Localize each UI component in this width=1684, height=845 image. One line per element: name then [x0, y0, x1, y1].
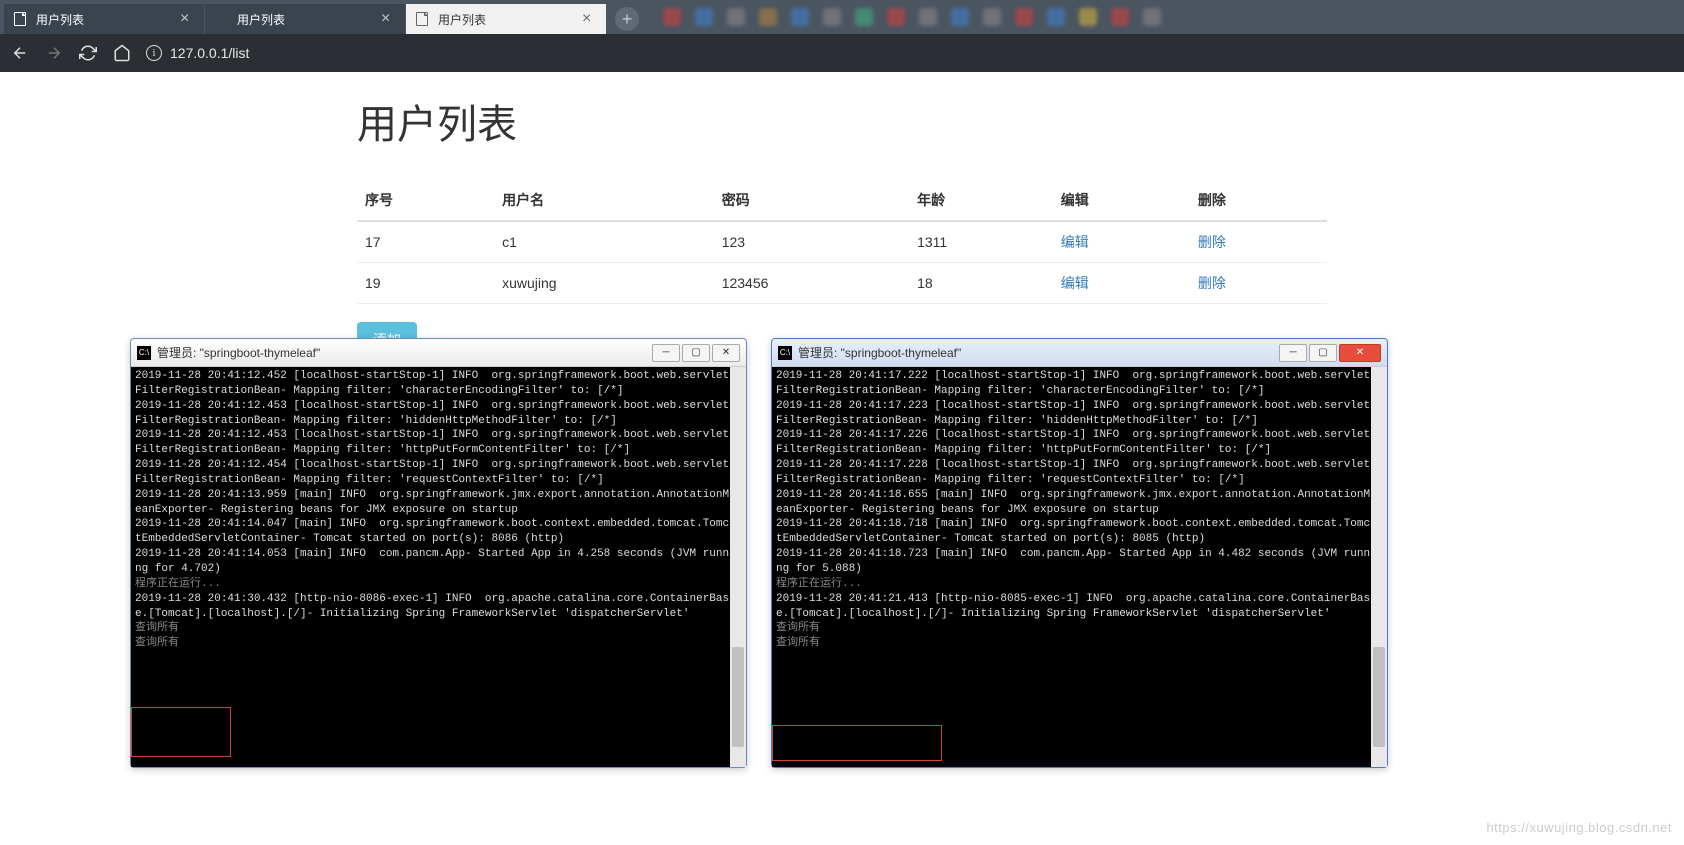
home-button[interactable] — [112, 43, 132, 63]
browser-tab-active[interactable]: 用户列表 — [406, 4, 606, 34]
console-window[interactable]: C:\ 管理员: "springboot-thymeleaf" ─ ▢ ✕ 20… — [130, 338, 747, 768]
user-table: 序号 用户名 密码 年龄 编辑 删除 17 c1 123 1311 编辑 删除 … — [357, 180, 1327, 304]
file-icon — [14, 12, 28, 26]
address-bar: i 127.0.0.1/list — [0, 34, 1684, 72]
col-header-age: 年龄 — [909, 180, 1053, 221]
extension-icons-blurred — [639, 0, 1684, 34]
cell-id: 19 — [357, 263, 494, 304]
back-button[interactable] — [10, 43, 30, 63]
console-output[interactable]: 2019-11-28 20:41:12.452 [localhost-start… — [131, 367, 746, 767]
close-icon[interactable] — [582, 12, 596, 26]
forward-button[interactable] — [44, 43, 64, 63]
minimize-button[interactable]: ─ — [1279, 344, 1307, 362]
delete-link[interactable]: 删除 — [1198, 234, 1226, 250]
col-header-name: 用户名 — [494, 180, 714, 221]
cell-age: 18 — [909, 263, 1053, 304]
scrollbar[interactable] — [1371, 367, 1387, 767]
table-row: 17 c1 123 1311 编辑 删除 — [357, 221, 1327, 263]
tab-title: 用户列表 — [36, 11, 174, 28]
console-title: 管理员: "springboot-thymeleaf" — [798, 344, 1279, 361]
console-output[interactable]: 2019-11-28 20:41:17.222 [localhost-start… — [772, 367, 1387, 767]
cell-pwd: 123456 — [714, 263, 909, 304]
browser-tab[interactable]: 用户列表 — [4, 4, 204, 34]
close-button[interactable]: ✕ — [1339, 344, 1381, 362]
url-text: 127.0.0.1/list — [170, 45, 249, 61]
close-icon[interactable] — [180, 12, 194, 26]
console-titlebar[interactable]: C:\ 管理员: "springboot-thymeleaf" ─ ▢ ✕ — [131, 339, 746, 367]
cell-age: 1311 — [909, 221, 1053, 263]
cell-pwd: 123 — [714, 221, 909, 263]
cell-id: 17 — [357, 221, 494, 263]
minimize-button[interactable]: ─ — [652, 344, 680, 362]
leaf-icon — [215, 12, 229, 26]
new-tab-button[interactable]: + — [615, 7, 639, 31]
browser-tab-strip: 用户列表 用户列表 用户列表 + — [0, 0, 1684, 34]
tab-title: 用户列表 — [438, 11, 576, 28]
info-icon[interactable]: i — [146, 45, 162, 61]
console-title: 管理员: "springboot-thymeleaf" — [157, 344, 652, 361]
cmd-icon: C:\ — [137, 346, 151, 360]
page-title: 用户列表 — [357, 92, 1327, 150]
console-titlebar[interactable]: C:\ 管理员: "springboot-thymeleaf" ─ ▢ ✕ — [772, 339, 1387, 367]
maximize-button[interactable]: ▢ — [682, 344, 710, 362]
tab-title: 用户列表 — [237, 11, 375, 28]
col-header-id: 序号 — [357, 180, 494, 221]
col-header-pwd: 密码 — [714, 180, 909, 221]
url-field[interactable]: i 127.0.0.1/list — [146, 45, 1674, 61]
page-content: 用户列表 序号 用户名 密码 年龄 编辑 删除 17 c1 123 1311 编… — [0, 72, 1684, 358]
highlight-box — [772, 725, 942, 761]
col-header-del: 删除 — [1190, 180, 1327, 221]
cmd-icon: C:\ — [778, 346, 792, 360]
delete-link[interactable]: 删除 — [1198, 275, 1226, 291]
close-button[interactable]: ✕ — [712, 344, 740, 362]
console-windows: C:\ 管理员: "springboot-thymeleaf" ─ ▢ ✕ 20… — [130, 338, 1388, 768]
highlight-box — [131, 707, 231, 757]
scrollbar[interactable] — [730, 367, 746, 767]
reload-button[interactable] — [78, 43, 98, 63]
cell-name: xuwujing — [494, 263, 714, 304]
watermark: https://xuwujing.blog.csdn.net — [1486, 820, 1672, 835]
edit-link[interactable]: 编辑 — [1061, 234, 1089, 250]
console-window[interactable]: C:\ 管理员: "springboot-thymeleaf" ─ ▢ ✕ 20… — [771, 338, 1388, 768]
file-icon — [416, 12, 430, 26]
browser-tab[interactable]: 用户列表 — [205, 4, 405, 34]
close-icon[interactable] — [381, 12, 395, 26]
cell-name: c1 — [494, 221, 714, 263]
table-row: 19 xuwujing 123456 18 编辑 删除 — [357, 263, 1327, 304]
edit-link[interactable]: 编辑 — [1061, 275, 1089, 291]
col-header-edit: 编辑 — [1053, 180, 1190, 221]
maximize-button[interactable]: ▢ — [1309, 344, 1337, 362]
